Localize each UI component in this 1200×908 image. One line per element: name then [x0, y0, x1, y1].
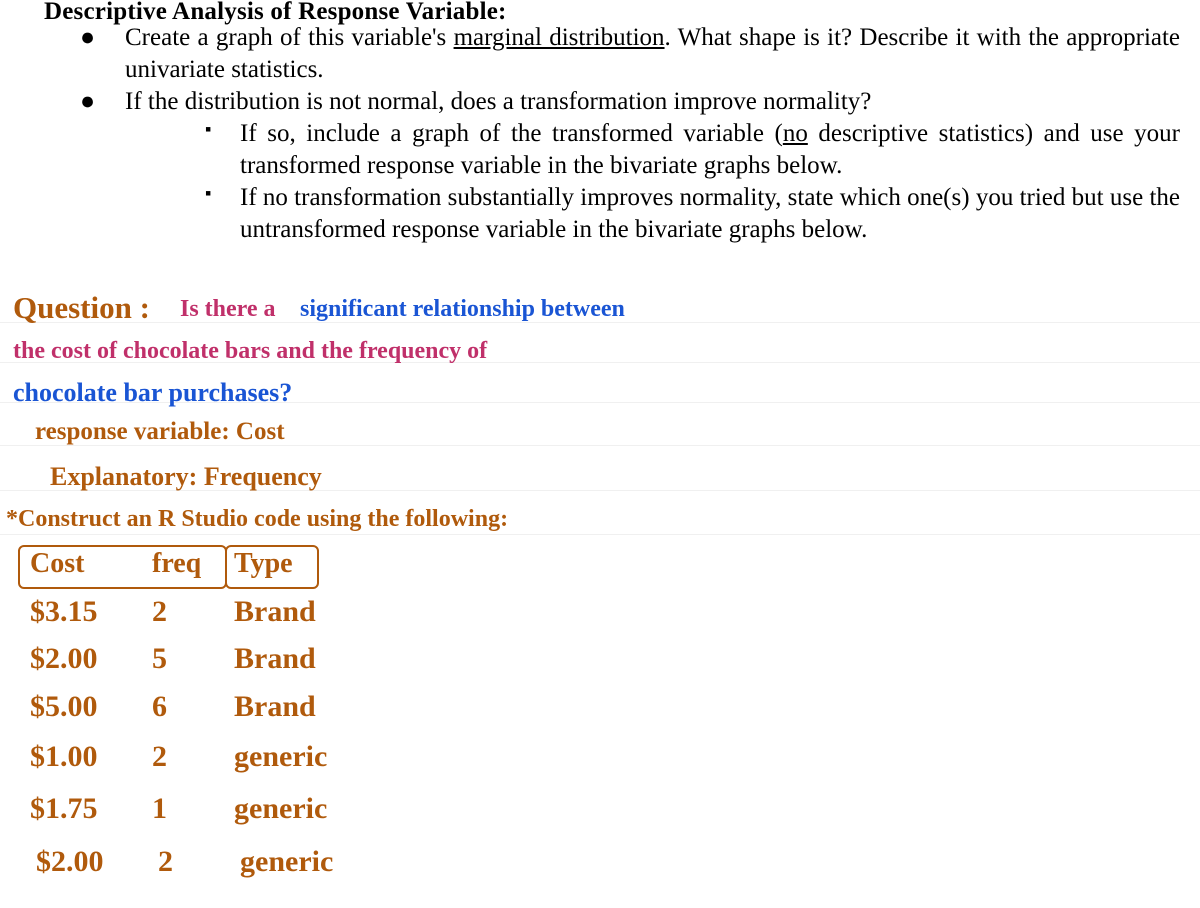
- td-freq: 2: [152, 740, 212, 774]
- bullet-square-icon: ▪: [205, 182, 211, 205]
- hw-table-row: $2.00 5 Brand: [30, 642, 374, 676]
- td-type: Brand: [234, 595, 374, 629]
- hw-question-line2: the cost of chocolate bars and the frequ…: [13, 338, 487, 365]
- hw-question-text-1: Is there a: [180, 296, 276, 323]
- bullet-1: ● Create a graph of this variable's marg…: [80, 22, 1180, 86]
- td-type: generic: [240, 845, 380, 879]
- hw-construct: *Construct an R Studio code using the fo…: [6, 506, 508, 533]
- td-cost: $2.00: [30, 642, 130, 676]
- printed-bullet-list: ● Create a graph of this variable's marg…: [80, 22, 1180, 246]
- td-cost: $3.15: [30, 595, 130, 629]
- hw-question-line3: chocolate bar purchases?: [13, 378, 292, 408]
- td-freq: 1: [152, 792, 212, 826]
- hw-question-text-2: significant relationship between: [300, 296, 625, 323]
- th-cost: Cost: [30, 548, 130, 580]
- sub-1-underline: no: [783, 120, 808, 147]
- hw-table-row: $5.00 6 Brand: [30, 690, 374, 724]
- td-type: generic: [234, 740, 374, 774]
- td-freq: 5: [152, 642, 212, 676]
- td-freq: 6: [152, 690, 212, 724]
- td-type: Brand: [234, 690, 374, 724]
- bullet-square-icon: ▪: [205, 118, 211, 141]
- hw-question-label: Question :: [13, 290, 150, 326]
- hw-explanatory-var: Explanatory: Frequency: [50, 462, 322, 492]
- bullet-1-text-a: Create a graph of this variable's: [125, 24, 454, 51]
- bullet-dot-icon: ●: [80, 22, 95, 54]
- td-cost: $2.00: [36, 845, 136, 879]
- bullet-dot-icon: ●: [80, 86, 95, 118]
- sub-bullet-list: ▪ If so, include a graph of the transfor…: [125, 118, 1180, 246]
- sub-1-text-a: If so, include a graph of the transforme…: [240, 120, 783, 147]
- hw-table-row: $1.00 2 generic: [30, 740, 374, 774]
- td-freq: 2: [158, 845, 218, 879]
- td-cost: $1.75: [30, 792, 130, 826]
- sub-bullet-2: ▪ If no transformation substantially imp…: [205, 182, 1180, 246]
- th-freq: freq: [152, 548, 212, 580]
- td-type: Brand: [234, 642, 374, 676]
- bullet-2-text: If the distribution is not normal, does …: [125, 88, 871, 115]
- hw-table-header: Cost freq Type: [30, 548, 374, 580]
- td-freq: 2: [152, 595, 212, 629]
- sub-bullet-1: ▪ If so, include a graph of the transfor…: [205, 118, 1180, 182]
- td-type: generic: [234, 792, 374, 826]
- th-type: Type: [234, 548, 374, 580]
- bullet-1-underline: marginal distribution: [454, 24, 665, 51]
- sub-2-text: If no transformation substantially impro…: [240, 184, 1180, 243]
- td-cost: $1.00: [30, 740, 130, 774]
- bullet-2: ● If the distribution is not normal, doe…: [80, 86, 1180, 246]
- hw-table-row: $3.15 2 Brand: [30, 595, 374, 629]
- hw-table-row: $1.75 1 generic: [30, 792, 374, 826]
- td-cost: $5.00: [30, 690, 130, 724]
- hw-response-var: response variable: Cost: [35, 418, 285, 446]
- hw-table-row: $2.00 2 generic: [36, 845, 380, 879]
